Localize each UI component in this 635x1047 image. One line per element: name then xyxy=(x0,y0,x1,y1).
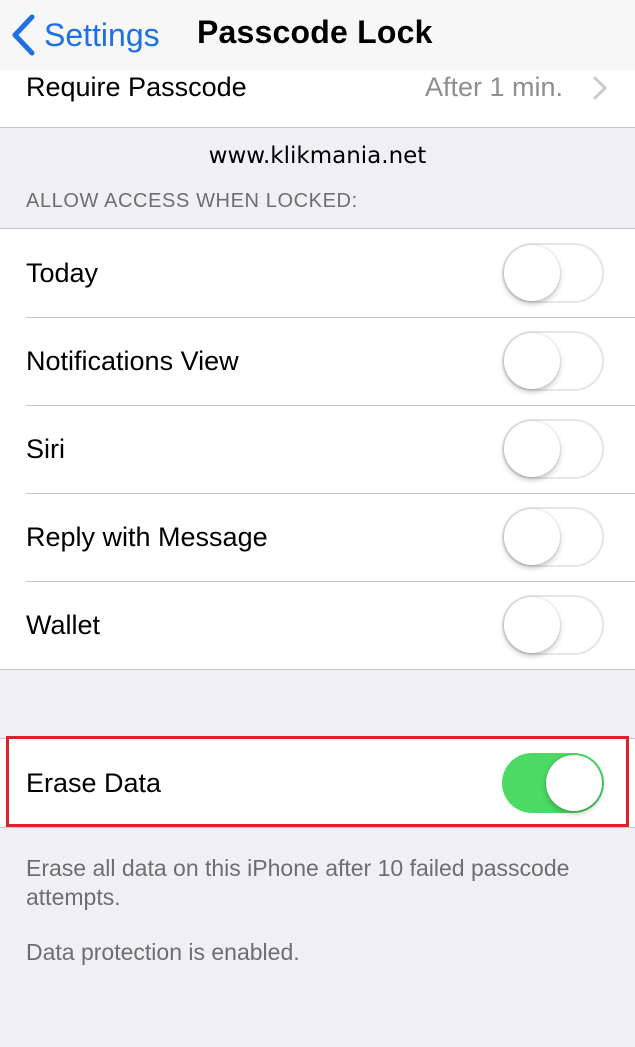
toggle-row-today: Today xyxy=(0,229,635,317)
data-protection-status: Data protection is enabled. xyxy=(26,939,300,965)
page-title: Passcode Lock xyxy=(197,14,433,50)
toggle-label: Reply with Message xyxy=(26,522,268,552)
siri-switch[interactable] xyxy=(502,419,604,479)
toggle-label: Notifications View xyxy=(26,346,239,376)
toggle-label: Today xyxy=(26,258,99,288)
switch-knob xyxy=(504,597,560,653)
watermark-text: www.klikmania.net xyxy=(208,143,427,169)
settings-screen: Require Passcode After 1 min. Settings P… xyxy=(0,0,635,1047)
notifications-view-switch[interactable] xyxy=(502,331,604,391)
toggle-row-wallet: Wallet xyxy=(0,581,635,669)
require-passcode-value: After 1 min. xyxy=(424,72,563,102)
wallet-switch[interactable] xyxy=(502,595,604,655)
toggle-row-reply-with-message: Reply with Message xyxy=(0,493,635,581)
erase-data-label: Erase Data xyxy=(26,768,162,798)
back-label: Settings xyxy=(44,16,160,53)
switch-knob xyxy=(504,333,560,389)
today-switch[interactable] xyxy=(502,243,604,303)
back-button[interactable]: Settings xyxy=(10,10,160,60)
require-passcode-label: Require Passcode xyxy=(26,72,247,102)
erase-data-switch[interactable] xyxy=(502,753,604,813)
section-header: ALLOW ACCESS WHEN LOCKED: xyxy=(26,190,358,212)
switch-knob xyxy=(504,421,560,477)
chevron-right-icon xyxy=(593,76,607,105)
erase-data-row: Erase Data xyxy=(0,738,635,828)
toggle-row-notifications-view: Notifications View xyxy=(0,317,635,405)
chevron-left-icon xyxy=(10,13,36,57)
toggle-row-siri: Siri xyxy=(0,405,635,493)
switch-knob xyxy=(546,755,602,811)
switch-knob xyxy=(504,245,560,301)
toggle-label: Siri xyxy=(26,434,65,464)
reply-with-message-switch[interactable] xyxy=(502,507,604,567)
allow-access-list: Today Notifications View Siri Reply with… xyxy=(0,228,635,670)
toggle-label: Wallet xyxy=(26,610,101,640)
erase-data-description: Erase all data on this iPhone after 10 f… xyxy=(26,855,570,910)
switch-knob xyxy=(504,509,560,565)
navigation-bar: Settings Passcode Lock xyxy=(0,0,635,70)
